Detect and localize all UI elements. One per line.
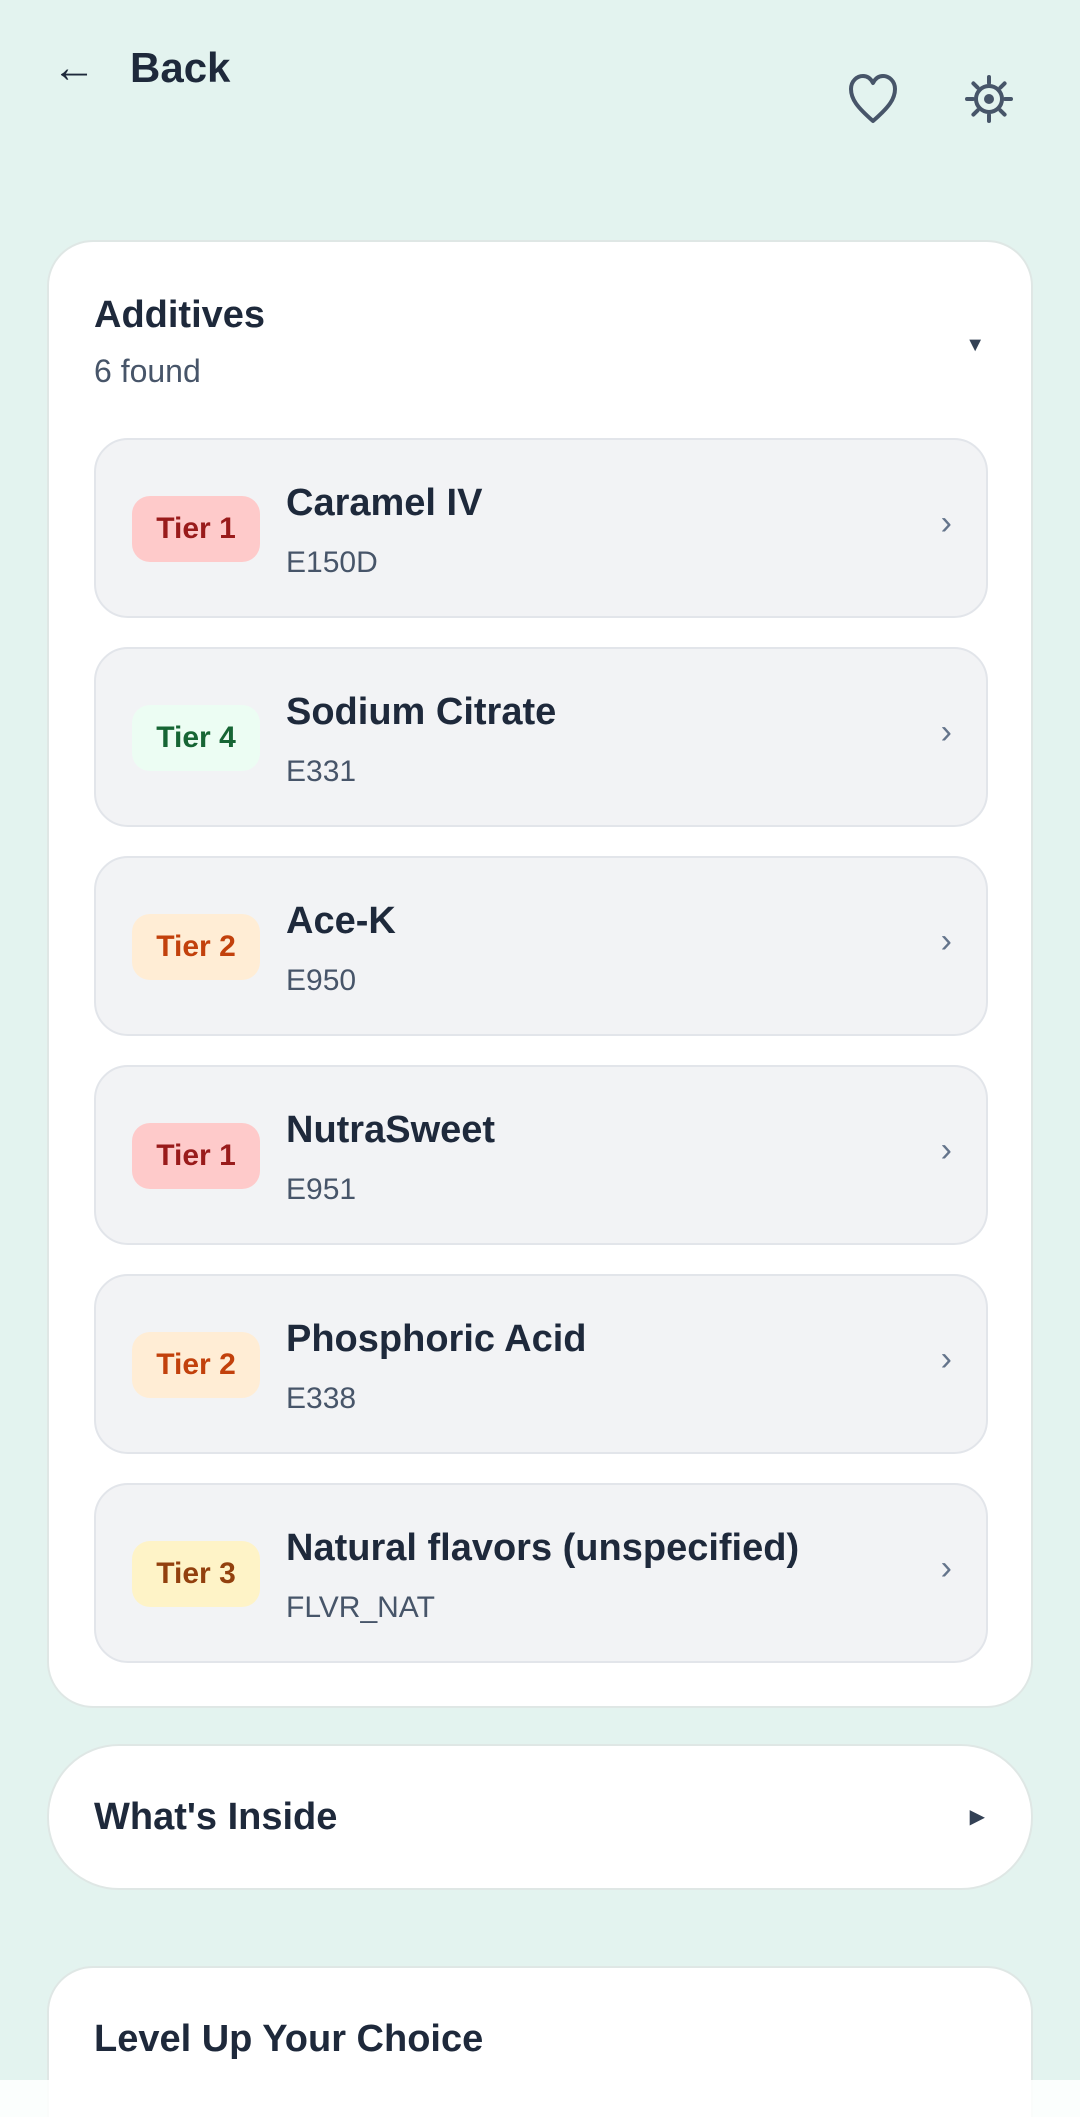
additive-code: E338 [286, 1382, 357, 1415]
tier-badge: Tier 2 [132, 914, 260, 980]
additive-item[interactable]: Tier 3 Natural flavors (unspecified) FLVR_… [94, 1483, 988, 1663]
bottom-fade [0, 2080, 1080, 2117]
chevron-right-icon: › [940, 504, 952, 542]
additive-item[interactable]: Tier 1 Caramel IV E150D › [94, 438, 988, 618]
additive-item[interactable]: Tier 1 NutraSweet E951 › [94, 1065, 988, 1245]
additive-code: E951 [286, 1173, 357, 1206]
chevron-right-icon: › [940, 1549, 952, 1587]
back-button[interactable]: ← Back [52, 38, 230, 98]
collapse-caret-icon[interactable]: ▼ [965, 334, 985, 357]
additive-code: E950 [286, 964, 357, 997]
additive-name: Natural flavors (unspecified) [286, 1527, 800, 1569]
additive-name: Phosphoric Acid [286, 1318, 587, 1360]
tier-badge: Tier 4 [132, 705, 260, 771]
additive-item[interactable]: Tier 4 Sodium Citrate E331 › [94, 647, 988, 827]
additive-code: E331 [286, 755, 357, 788]
additive-name: NutraSweet [286, 1109, 496, 1151]
additive-name: Ace-K [286, 900, 396, 942]
chevron-right-icon: › [940, 1340, 952, 1378]
level-up-title: Level Up Your Choice [94, 2018, 484, 2060]
additives-card: Additives 6 found ▼ Tier 1 Caramel IV E150… [47, 240, 1033, 1708]
tier-badge: Tier 1 [132, 496, 260, 562]
additive-item[interactable]: Tier 2 Ace-K E950 › [94, 856, 988, 1036]
whats-inside-title: What's Inside [94, 1796, 338, 1838]
tier-badge: Tier 2 [132, 1332, 260, 1398]
additives-count: 6 found [94, 353, 201, 389]
additive-code: FLVR_NAT [286, 1591, 435, 1624]
additives-header[interactable]: Additives 6 found [94, 294, 986, 390]
back-arrow-icon: ← [52, 43, 96, 92]
tier-badge: Tier 1 [132, 1123, 260, 1189]
tier-badge: Tier 3 [132, 1541, 260, 1607]
whats-inside-card[interactable]: What's Inside ▶ [47, 1744, 1033, 1890]
additive-name: Caramel IV [286, 482, 483, 524]
chevron-right-icon: › [940, 713, 952, 751]
chevron-right-icon: › [940, 922, 952, 960]
additives-title: Additives [94, 294, 266, 336]
additive-item[interactable]: Tier 2 Phosphoric Acid E338 › [94, 1274, 988, 1454]
favorite-button[interactable] [838, 64, 908, 134]
back-label: Back [130, 44, 231, 91]
chevron-right-icon: › [940, 1131, 952, 1169]
top-bar: ← Back [0, 0, 1080, 180]
expand-caret-icon: ▶ [969, 1806, 985, 1828]
additive-name: Sodium Citrate [286, 691, 557, 733]
settings-button[interactable] [954, 64, 1024, 134]
gear-icon [965, 75, 1013, 123]
additive-code: E150D [286, 546, 378, 579]
heart-outline-icon [849, 74, 897, 123]
